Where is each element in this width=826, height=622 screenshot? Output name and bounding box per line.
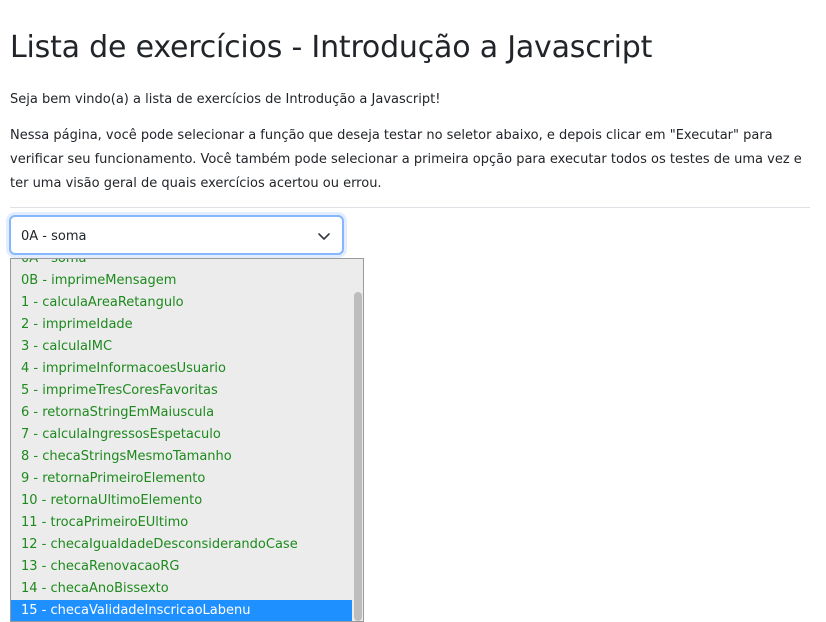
select-option[interactable]: 5 - imprimeTresCoresFavoritas — [11, 380, 353, 402]
select-option[interactable]: 6 - retornaStringEmMaiuscula — [11, 402, 353, 424]
select-option[interactable]: 3 - calculaIMC — [11, 336, 353, 358]
welcome-text: Seja bem vindo(a) a lista de exercícios … — [10, 92, 441, 107]
exercise-select[interactable]: 0A - soma — [9, 215, 344, 255]
select-option[interactable]: 14 - checaAnoBissexto — [11, 578, 353, 600]
divider — [10, 207, 810, 208]
select-option[interactable]: 15 - checaValidadeInscricaoLabenu — [11, 600, 353, 621]
chevron-down-icon — [316, 228, 332, 244]
select-option[interactable]: 4 - imprimeInformacoesUsuario — [11, 358, 353, 380]
scrollbar-thumb[interactable] — [354, 292, 362, 621]
select-option[interactable]: 2 - imprimeIdade — [11, 314, 353, 336]
instructions-text: Nessa página, você pode selecionar a fun… — [10, 128, 802, 191]
dropdown-scrollbar[interactable] — [352, 259, 363, 621]
select-option[interactable]: 10 - retornaUltimoElemento — [11, 490, 353, 512]
select-option[interactable]: 13 - checaRenovacaoRG — [11, 556, 353, 578]
options-list: 0A - soma 0B - imprimeMensagem 1 - calcula… — [11, 259, 353, 621]
select-option[interactable]: 8 - checaStringsMesmoTamanho — [11, 446, 353, 468]
page-title: Lista de exercícios - Introdução a Javas… — [10, 30, 653, 65]
select-option[interactable]: 12 - checaIgualdadeDesconsiderandoCase — [11, 534, 353, 556]
select-dropdown-list[interactable]: 0A - soma 0B - imprimeMensagem 1 - calcula… — [10, 258, 364, 622]
select-option[interactable]: 0B - imprimeMensagem — [11, 270, 353, 292]
select-option[interactable]: 9 - retornaPrimeiroElemento — [11, 468, 353, 490]
selected-value: 0A - soma — [21, 229, 87, 244]
page: Lista de exercícios - Introdução a Javas… — [0, 0, 826, 622]
select-option[interactable]: 0A - soma — [11, 259, 353, 270]
select-option[interactable]: 1 - calculaAreaRetangulo — [11, 292, 353, 314]
select-option[interactable]: 7 - calculaIngressosEspetaculo — [11, 424, 353, 446]
select-option[interactable]: 11 - trocaPrimeiroEUltimo — [11, 512, 353, 534]
